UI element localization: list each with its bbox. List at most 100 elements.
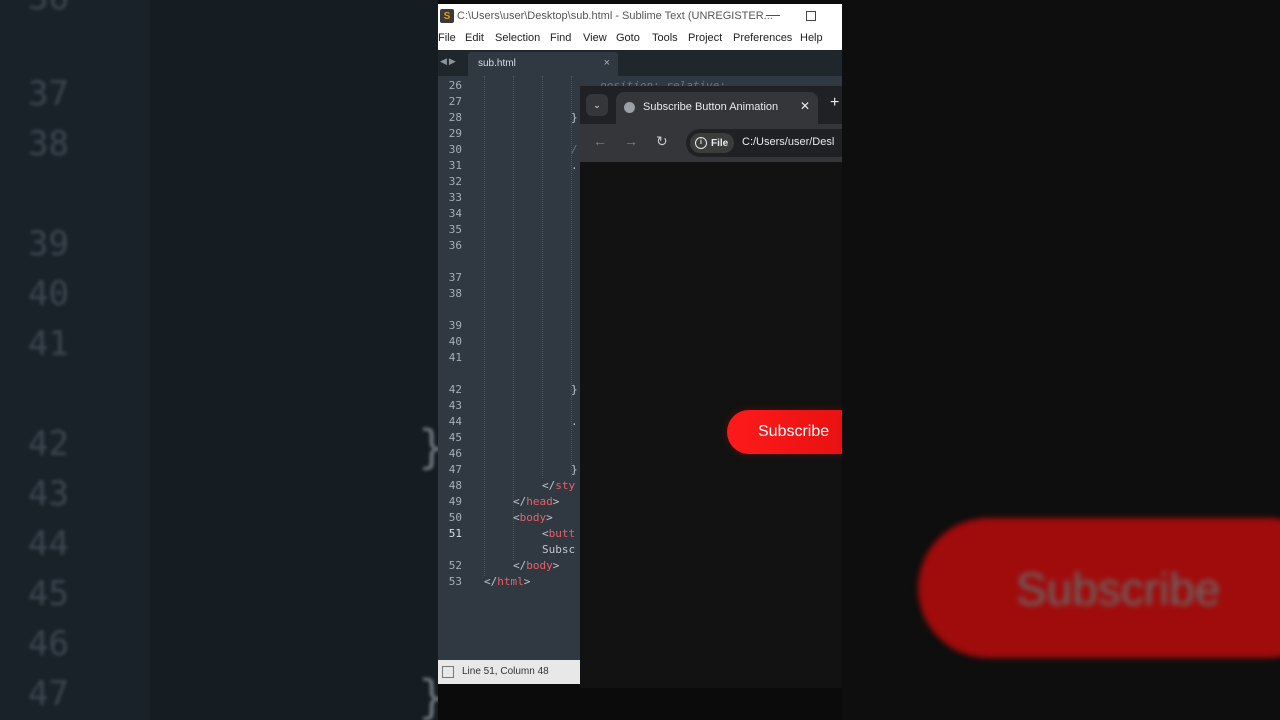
address-bar[interactable]: i File C:/Users/user/Desl bbox=[686, 129, 842, 157]
line-number: 29 bbox=[448, 127, 462, 140]
sublime-app-icon: S bbox=[440, 9, 454, 23]
browser-tab-strip: ⌄ Subscribe Button Animation ✕ + bbox=[580, 86, 842, 124]
line-number: 38 bbox=[448, 287, 462, 300]
code-line-31: . bbox=[571, 159, 578, 172]
background-subscribe-text: Subscribe bbox=[1016, 563, 1221, 615]
bg-brace: } bbox=[418, 420, 438, 474]
line-number-active: 51 bbox=[448, 527, 462, 540]
line-number: 46 bbox=[448, 447, 462, 460]
browser-toolbar: ← → ↻ i File C:/Users/user/Desl bbox=[580, 124, 842, 162]
menu-project[interactable]: Project bbox=[688, 32, 722, 44]
minimize-icon[interactable]: — bbox=[766, 6, 780, 22]
bg-line-number: 39 bbox=[28, 224, 69, 264]
panel-toggle-icon[interactable] bbox=[442, 666, 454, 678]
tab-scroll-arrows-icon[interactable]: ◀▶ bbox=[440, 56, 458, 67]
site-info-label: File bbox=[711, 137, 729, 149]
editor-tab-bar: ◀▶ sub.html × bbox=[438, 50, 842, 76]
menu-edit[interactable]: Edit bbox=[465, 32, 484, 44]
bg-line-number: 38 bbox=[28, 124, 69, 164]
line-number: 39 bbox=[448, 319, 462, 332]
line-number: 26 bbox=[448, 79, 462, 92]
close-icon[interactable]: × bbox=[604, 57, 610, 69]
window-title: C:\Users\user\Desktop\sub.html - Sublime… bbox=[457, 10, 773, 22]
line-number: 48 bbox=[448, 479, 462, 492]
code-line-42: } bbox=[571, 383, 578, 396]
line-number: 44 bbox=[448, 415, 462, 428]
maximize-icon[interactable] bbox=[806, 11, 816, 21]
line-number: 36 bbox=[448, 239, 462, 252]
forward-arrow-icon[interactable]: → bbox=[624, 133, 638, 149]
line-number: 35 bbox=[448, 223, 462, 236]
line-number: 34 bbox=[448, 207, 462, 220]
tab-sub-html[interactable]: sub.html × bbox=[468, 52, 618, 76]
page-viewport: Subscribe bbox=[580, 162, 842, 688]
browser-tab-title: Subscribe Button Animation bbox=[643, 101, 779, 113]
bg-line-number: 46 bbox=[28, 624, 69, 664]
code-line-28: } bbox=[571, 111, 578, 124]
indent-guide bbox=[542, 76, 543, 478]
background-subscribe-pill: Subscribe bbox=[918, 518, 1280, 658]
bg-line-number: 45 bbox=[28, 574, 69, 614]
code-line-51: <butt bbox=[542, 527, 576, 540]
line-number: 52 bbox=[448, 559, 462, 572]
line-number: 37 bbox=[448, 271, 462, 284]
menu-preferences[interactable]: Preferences bbox=[733, 32, 792, 44]
menu-goto[interactable]: Goto bbox=[616, 32, 640, 44]
bg-line-number: 42 bbox=[28, 424, 69, 464]
back-arrow-icon[interactable]: ← bbox=[593, 133, 607, 149]
url-text: C:/Users/user/Desl bbox=[742, 136, 835, 148]
bg-line-number: 47 bbox=[28, 674, 69, 714]
code-line-53: </html> bbox=[484, 575, 531, 588]
line-number: 28 bbox=[448, 111, 462, 124]
close-icon[interactable]: ✕ bbox=[800, 99, 810, 113]
line-number: 53 bbox=[448, 575, 462, 588]
menu-help[interactable]: Help bbox=[800, 32, 823, 44]
menu-file[interactable]: File bbox=[438, 32, 456, 44]
bg-line-number: 43 bbox=[28, 474, 69, 514]
menu-view[interactable]: View bbox=[583, 32, 607, 44]
line-number: 42 bbox=[448, 383, 462, 396]
info-icon: i bbox=[695, 137, 707, 149]
subscribe-button[interactable]: Subscribe bbox=[727, 410, 842, 454]
browser-tab[interactable]: Subscribe Button Animation ✕ bbox=[616, 92, 818, 124]
browser-window: ⌄ Subscribe Button Animation ✕ + ← → ↻ i… bbox=[580, 86, 842, 688]
menu-find[interactable]: Find bbox=[550, 32, 571, 44]
subscribe-label: Subscribe bbox=[758, 423, 830, 440]
menu-tools[interactable]: Tools bbox=[652, 32, 678, 44]
indent-guide bbox=[513, 76, 514, 560]
line-number: 33 bbox=[448, 191, 462, 204]
menu-bar: File Edit Selection Find View Goto Tools… bbox=[438, 28, 842, 50]
line-number: 27 bbox=[448, 95, 462, 108]
code-line-47: } bbox=[571, 463, 578, 476]
line-number: 30 bbox=[448, 143, 462, 156]
line-number: 49 bbox=[448, 495, 462, 508]
bg-line-number: 37 bbox=[28, 74, 69, 114]
globe-icon bbox=[624, 102, 635, 113]
bg-line-number: 41 bbox=[28, 324, 69, 364]
code-line-48: </sty bbox=[542, 479, 576, 492]
line-number: 41 bbox=[448, 351, 462, 364]
reload-icon[interactable]: ↻ bbox=[656, 133, 668, 150]
line-number: 47 bbox=[448, 463, 462, 476]
tab-search-chevron-icon[interactable]: ⌄ bbox=[586, 94, 608, 116]
cursor-position: Line 51, Column 48 bbox=[462, 666, 549, 677]
bg-brace: } bbox=[418, 670, 438, 720]
line-number: 40 bbox=[448, 335, 462, 348]
code-line-30: / bbox=[571, 143, 578, 156]
sublime-titlebar: S C:\Users\user\Desktop\sub.html - Subli… bbox=[438, 4, 842, 28]
code-line-44: . bbox=[571, 415, 578, 428]
code-line-50: <body> bbox=[513, 511, 553, 524]
code-line-52: </body> bbox=[513, 559, 560, 572]
bg-line-number: 40 bbox=[28, 274, 69, 314]
code-line-49: </head> bbox=[513, 495, 560, 508]
line-number: 31 bbox=[448, 159, 462, 172]
menu-selection[interactable]: Selection bbox=[495, 32, 540, 44]
bg-line-number: 44 bbox=[28, 524, 69, 564]
line-number: 32 bbox=[448, 175, 462, 188]
line-number: 43 bbox=[448, 399, 462, 412]
code-line-51-wrap: Subsc bbox=[542, 543, 576, 556]
background-left-editor: 36 37 38 39 40 41 42 43 44 45 46 47 } } bbox=[0, 0, 438, 720]
site-info-chip[interactable]: i File bbox=[690, 133, 734, 153]
indent-guide bbox=[484, 76, 485, 576]
new-tab-plus-icon[interactable]: + bbox=[830, 94, 839, 112]
